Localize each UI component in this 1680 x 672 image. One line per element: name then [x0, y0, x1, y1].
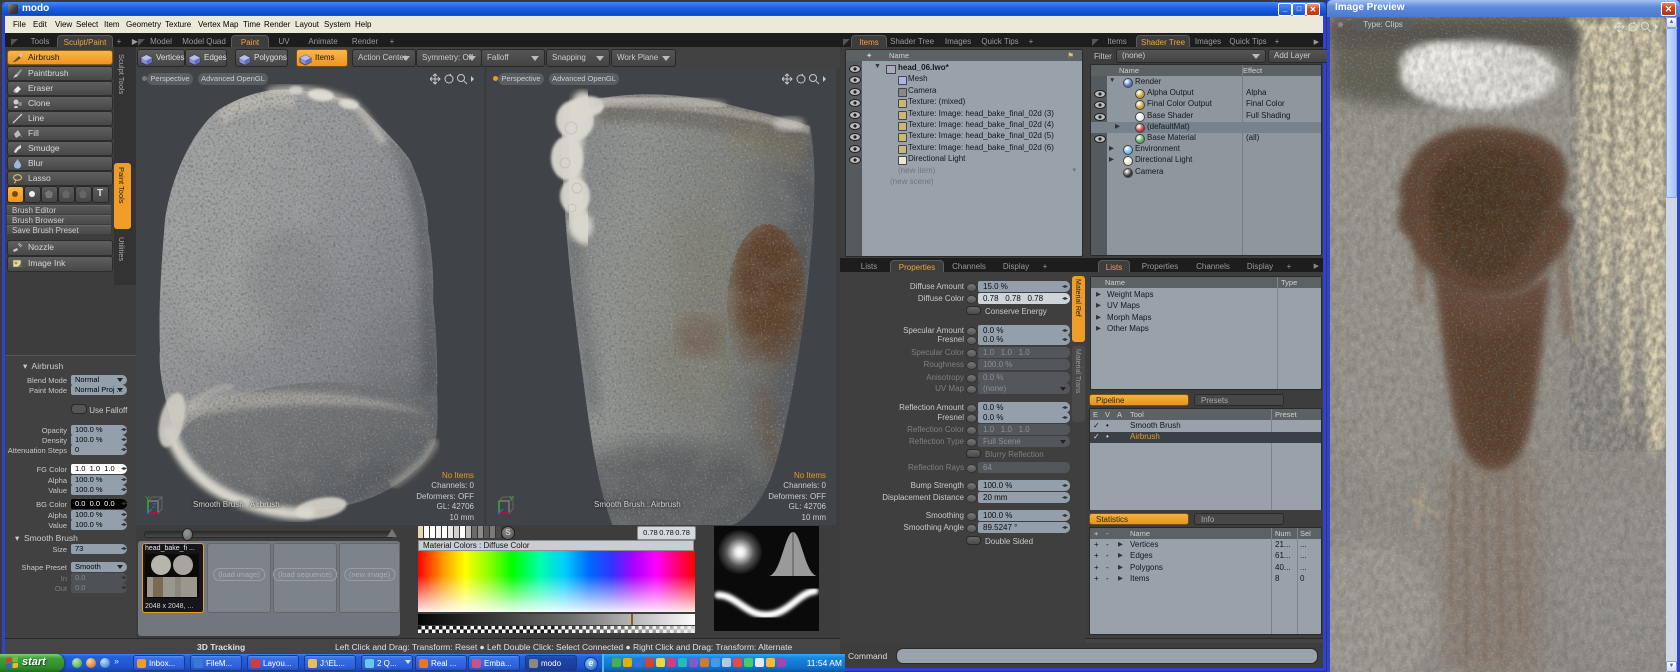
svg-text:Y: Y [509, 496, 514, 503]
svg-text:Z: Z [152, 503, 157, 510]
svg-text:Y: Y [145, 496, 150, 503]
